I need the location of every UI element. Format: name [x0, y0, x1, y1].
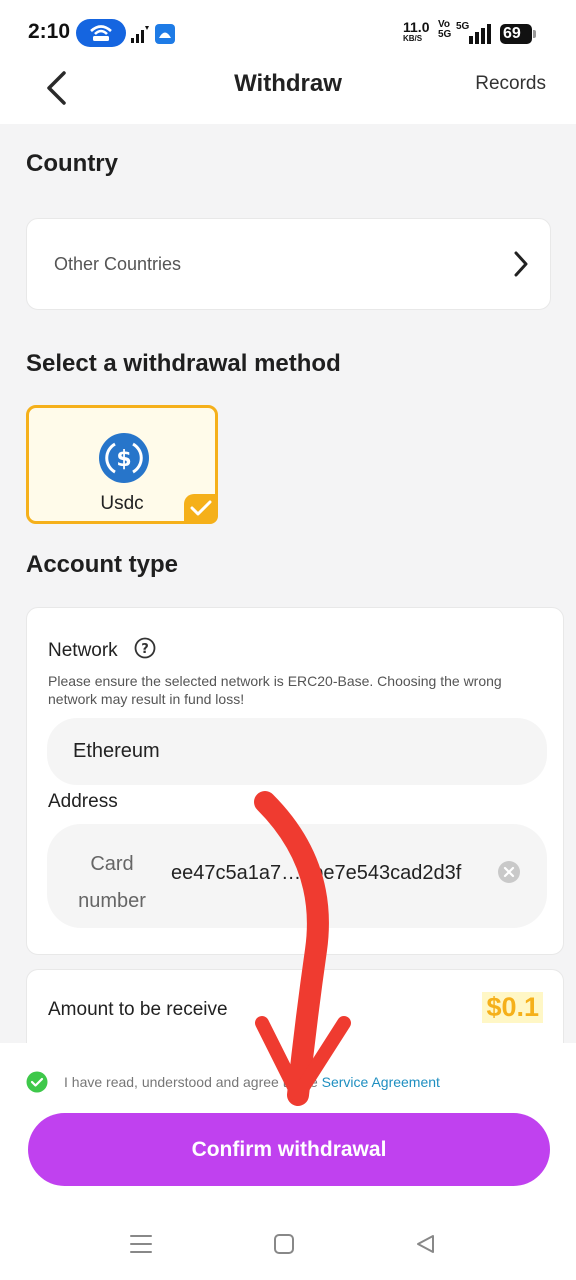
hotspot-indicator	[76, 19, 126, 47]
address-input[interactable]: Card number ee47c5a1a7…9be7e543cad2d3f	[47, 824, 547, 928]
card-number-label: Card number	[78, 853, 146, 912]
method-section-title: Select a withdrawal method	[26, 350, 341, 377]
country-selector[interactable]: Other Countries	[26, 218, 551, 310]
country-value: Other Countries	[54, 254, 182, 274]
confirm-withdrawal-button[interactable]: Confirm withdrawal	[28, 1113, 550, 1186]
account-card: Network ? Please ensure the selected net…	[26, 607, 564, 955]
network-label: Network	[48, 640, 118, 661]
status-time: 2:10	[28, 20, 71, 43]
recent-apps-icon[interactable]	[129, 1233, 153, 1255]
volte-indicator: Vo 5G	[438, 19, 452, 40]
records-link[interactable]: Records	[475, 73, 546, 95]
agreement-text: I have read, understood and agree to the…	[64, 1074, 440, 1090]
home-icon[interactable]	[273, 1233, 295, 1255]
network-select[interactable]: Ethereum	[47, 718, 547, 785]
selected-badge	[184, 494, 218, 524]
service-agreement-link[interactable]: Service Agreement	[322, 1074, 440, 1090]
cellular-signal-icon	[469, 24, 491, 44]
status-bar: 2:10 11.0 KB/S Vo 5G 5G 69	[0, 0, 576, 62]
app-header: Withdraw Records	[0, 62, 576, 124]
amount-value: $0.1	[482, 992, 543, 1023]
country-section-title: Country	[26, 150, 118, 177]
battery-indicator: 69	[500, 24, 536, 44]
check-icon	[190, 500, 212, 516]
account-section-title: Account type	[26, 551, 179, 578]
method-option-usdc[interactable]: $ Usdc	[26, 405, 218, 524]
chevron-right-icon	[514, 251, 528, 277]
signal-activity-icon	[131, 26, 149, 43]
network-value: Ethereum	[73, 740, 160, 762]
network-warning: Please ensure the selected network is ER…	[48, 673, 502, 707]
back-nav-icon[interactable]	[414, 1233, 436, 1255]
clear-input-icon[interactable]	[498, 861, 520, 883]
network-speed: 11.0 KB/S	[403, 19, 430, 43]
address-value: ee47c5a1a7…9be7e543cad2d3f	[171, 862, 462, 884]
address-label: Address	[48, 791, 118, 812]
amount-label: Amount to be receive	[48, 999, 228, 1020]
svg-text:$: $	[116, 447, 131, 472]
hotspot-icon	[90, 25, 112, 41]
app-notification-icon	[155, 24, 175, 44]
svg-text:?: ?	[141, 642, 149, 657]
agreement-checkbox[interactable]	[26, 1071, 48, 1093]
system-nav-bar	[0, 1215, 576, 1275]
usdc-icon: $	[99, 433, 149, 483]
help-icon[interactable]: ?	[134, 637, 156, 659]
